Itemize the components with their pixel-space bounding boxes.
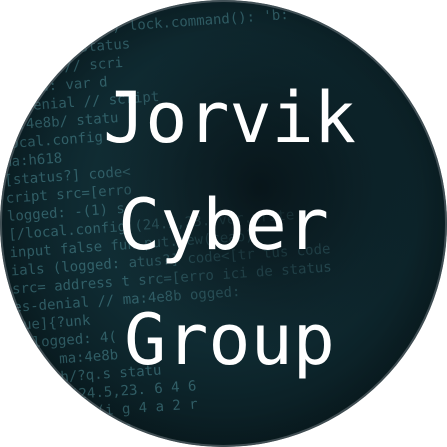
- title-line-cyber: Cyber: [118, 184, 329, 266]
- title-line-jorvik: Jorvik: [103, 77, 356, 159]
- logo-badge: rcate(img.gif6) lock.command(): 'b:put.n…: [0, 0, 447, 447]
- title-line-group: Group: [124, 299, 335, 381]
